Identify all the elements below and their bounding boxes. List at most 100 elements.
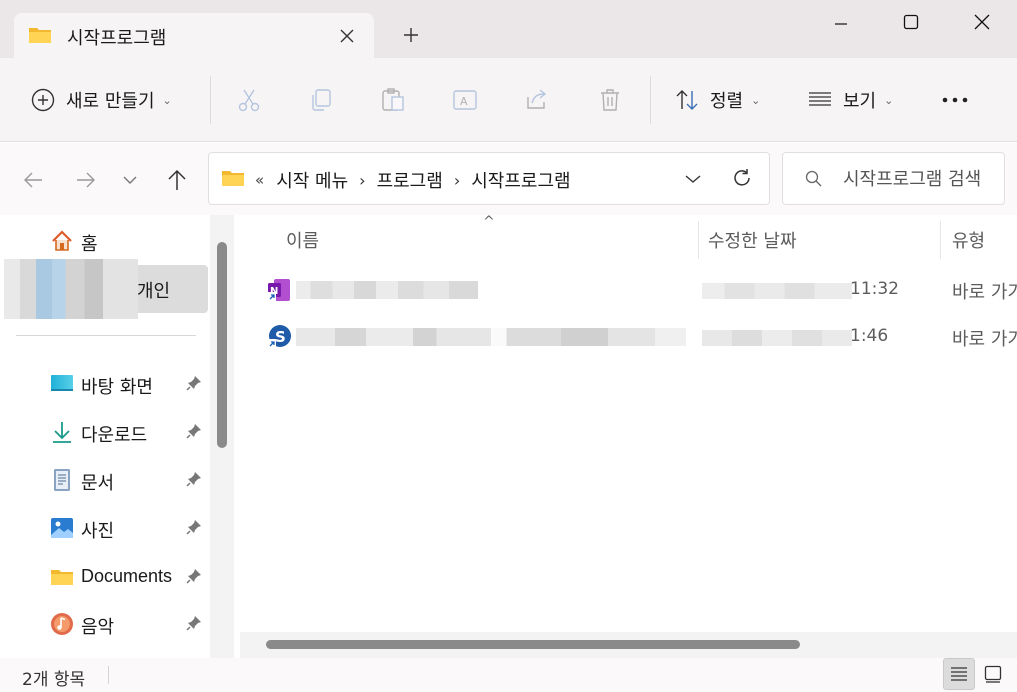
details-view-icon	[951, 667, 967, 681]
file-modified-time: 1:46	[850, 326, 889, 346]
pin-icon[interactable]	[186, 471, 202, 487]
refresh-button[interactable]	[727, 163, 757, 193]
sort-ascending-icon: ^	[483, 214, 495, 230]
active-tab[interactable]: 시작프로그램	[14, 13, 374, 59]
up-button[interactable]	[160, 163, 194, 197]
status-bar: 2개 항목	[0, 658, 1017, 692]
maximize-icon	[903, 14, 919, 30]
more-icon	[942, 97, 968, 103]
view-button[interactable]: 보기 ⌄	[807, 80, 893, 120]
sort-icon	[676, 90, 698, 110]
new-button[interactable]: 새로 만들기 ⌄	[30, 80, 172, 120]
sidebar-item-home[interactable]: 홈	[0, 218, 208, 262]
breadcrumb: « 시작 메뉴 › 프로그램 › 시작프로그램	[255, 167, 571, 193]
sidebar-item-documents-folder[interactable]: Documents	[0, 554, 208, 598]
breadcrumb-item[interactable]: 시작프로그램	[471, 167, 570, 193]
paste-button[interactable]	[380, 80, 406, 120]
sidebar-item-label: 사진	[81, 521, 115, 542]
address-history-button[interactable]	[679, 165, 707, 193]
sidebar-item-documents[interactable]: 문서	[0, 457, 208, 501]
search-input[interactable]	[843, 165, 1003, 193]
document-icon	[54, 469, 70, 491]
details-view-button[interactable]	[943, 658, 975, 690]
sidebar-divider	[16, 335, 196, 336]
refresh-icon	[734, 169, 750, 186]
tab-title: 시작프로그램	[67, 28, 167, 49]
view-label: 보기	[843, 91, 877, 112]
recent-locations-button[interactable]	[113, 163, 147, 197]
pin-icon[interactable]	[186, 423, 202, 439]
sidebar-item-label: 개인	[137, 281, 171, 302]
minimize-icon	[835, 23, 847, 25]
large-icons-view-button[interactable]	[977, 658, 1009, 690]
sidebar-item-label: 다운로드	[81, 425, 148, 446]
sidebar-item-desktop[interactable]: 바탕 화면	[0, 361, 208, 405]
sidebar-item-music[interactable]: 음악	[0, 601, 208, 645]
close-window-button[interactable]	[959, 4, 1005, 40]
minimize-button[interactable]	[818, 4, 864, 40]
sort-button[interactable]: 정렬 ⌄	[674, 80, 760, 120]
chevron-down-icon: ⌄	[162, 93, 172, 107]
column-header-type[interactable]: 유형	[952, 227, 985, 253]
arrow-right-icon	[77, 172, 95, 188]
address-bar[interactable]: « 시작 메뉴 › 프로그램 › 시작프로그램	[208, 152, 770, 205]
status-separator	[108, 666, 109, 684]
tab-close-button[interactable]	[332, 21, 362, 51]
cut-button[interactable]	[236, 80, 262, 120]
sort-label: 정렬	[710, 91, 744, 112]
back-button[interactable]	[16, 163, 50, 197]
pin-icon[interactable]	[186, 568, 202, 584]
sidebar-item-label: Documents	[81, 566, 173, 586]
download-icon	[53, 422, 71, 443]
column-separator[interactable]	[698, 221, 699, 259]
toolbar-separator	[210, 76, 211, 124]
new-tab-button[interactable]	[396, 20, 426, 50]
sidebar-item-label: 문서	[81, 473, 115, 494]
column-separator[interactable]	[940, 221, 941, 259]
delete-button[interactable]	[597, 80, 623, 120]
chevron-down-icon: ⌄	[751, 93, 761, 107]
folder-icon	[222, 171, 244, 186]
sidebar-item-personal[interactable]: 개인	[4, 259, 208, 319]
sidebar-scrollbar-thumb[interactable]	[217, 242, 227, 448]
copy-button[interactable]	[308, 80, 334, 120]
copy-icon	[312, 89, 331, 111]
breadcrumb-separator[interactable]: ›	[454, 171, 460, 190]
chevron-down-icon	[123, 176, 137, 184]
column-header-name[interactable]: 이름	[286, 227, 319, 253]
close-icon	[340, 29, 354, 43]
breadcrumb-item[interactable]: 시작 메뉴	[276, 167, 348, 193]
rename-button[interactable]: A	[452, 80, 478, 120]
breadcrumb-item[interactable]: 프로그램	[377, 167, 443, 193]
breadcrumb-separator[interactable]: ›	[359, 171, 365, 190]
folder-icon	[51, 570, 73, 585]
file-list-scrollbar-thumb[interactable]	[266, 640, 800, 649]
forward-button[interactable]	[69, 163, 103, 197]
pin-icon[interactable]	[186, 519, 202, 535]
arrow-up-icon	[168, 169, 186, 190]
pin-icon[interactable]	[186, 615, 202, 631]
maximize-button[interactable]	[888, 4, 934, 40]
file-type: 바로 가기	[952, 282, 1017, 303]
pin-icon[interactable]	[186, 375, 202, 391]
close-icon	[974, 14, 990, 30]
sidebar-item-pictures[interactable]: 사진	[0, 505, 208, 549]
address-row: « 시작 메뉴 › 프로그램 › 시작프로그램	[0, 143, 1017, 215]
chevron-down-icon: ⌄	[884, 93, 894, 107]
file-row[interactable]: S 1:46 바로 가기	[260, 316, 1017, 356]
plus-circle-icon	[31, 88, 55, 112]
music-icon	[51, 613, 73, 635]
sidebar-item-downloads[interactable]: 다운로드	[0, 409, 208, 453]
toolbar-separator	[650, 76, 651, 124]
more-options-button[interactable]	[940, 80, 970, 120]
item-count: 2개 항목	[22, 670, 86, 690]
column-header-date[interactable]: 수정한 날짜	[708, 227, 797, 253]
navigation-pane: 홈 개인 바탕 화면 다운로드 문서 사진 Documents 음악	[0, 215, 236, 658]
search-icon	[805, 170, 822, 187]
file-row[interactable]: N 11:32 바로 가기	[260, 269, 1017, 309]
search-box[interactable]	[782, 152, 1005, 205]
share-button[interactable]	[524, 80, 550, 120]
rename-icon: A	[453, 90, 477, 110]
onenote-shortcut-icon: N	[268, 279, 290, 301]
breadcrumb-overflow[interactable]: «	[255, 171, 264, 189]
